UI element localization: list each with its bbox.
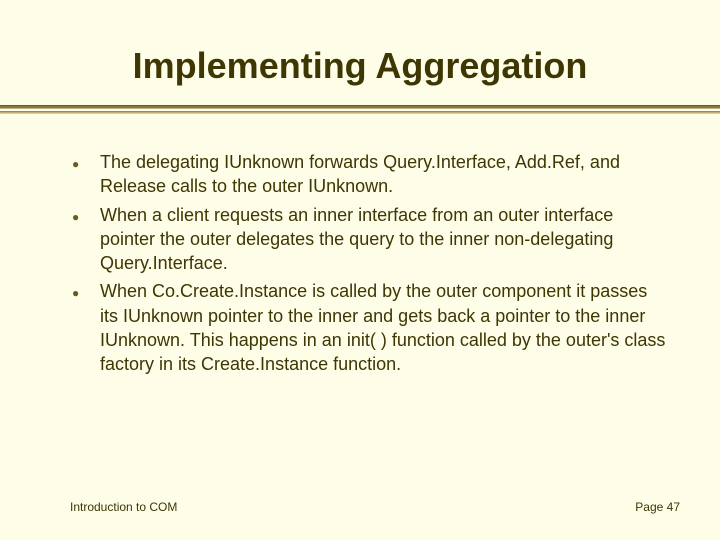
title-divider bbox=[0, 105, 720, 113]
slide: Implementing Aggregation ● The delegatin… bbox=[0, 0, 720, 540]
bullet-text: When a client requests an inner interfac… bbox=[100, 203, 670, 276]
footer-left: Introduction to COM bbox=[70, 500, 177, 514]
bullet-icon: ● bbox=[70, 203, 100, 229]
bullet-icon: ● bbox=[70, 150, 100, 176]
slide-content: ● The delegating IUnknown forwards Query… bbox=[70, 150, 670, 381]
list-item: ● When a client requests an inner interf… bbox=[70, 203, 670, 276]
bullet-icon: ● bbox=[70, 279, 100, 305]
slide-title: Implementing Aggregation bbox=[0, 45, 720, 87]
list-item: ● When Co.Create.Instance is called by t… bbox=[70, 279, 670, 376]
footer-right: Page 47 bbox=[635, 500, 680, 514]
list-item: ● The delegating IUnknown forwards Query… bbox=[70, 150, 670, 199]
bullet-text: When Co.Create.Instance is called by the… bbox=[100, 279, 670, 376]
bullet-text: The delegating IUnknown forwards Query.I… bbox=[100, 150, 670, 199]
